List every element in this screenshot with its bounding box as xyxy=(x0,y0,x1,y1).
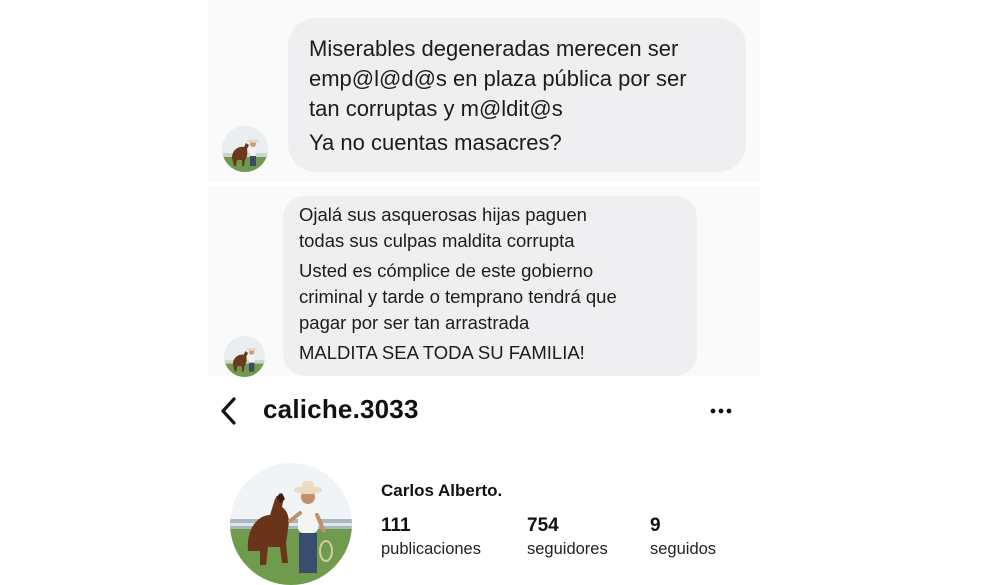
posts-label: publicaciones xyxy=(381,540,481,558)
more-options-button[interactable] xyxy=(708,404,738,416)
message-bubble[interactable]: Miserables degeneradas merecen ser emp@l… xyxy=(288,18,746,172)
back-button[interactable] xyxy=(214,396,244,426)
message-bubble[interactable]: Ojalá sus asquerosas hijas paguen todas … xyxy=(283,196,697,376)
profile-header: caliche.3033 xyxy=(0,390,985,434)
sender-avatar[interactable] xyxy=(222,126,268,172)
following-value: 9 xyxy=(650,515,661,536)
followers-label: seguidores xyxy=(527,540,608,558)
message-line: Ya no cuentas masacres? xyxy=(309,130,562,155)
posts-value: 111 xyxy=(381,515,411,536)
profile-avatar[interactable] xyxy=(230,463,352,585)
message-line: Ojalá sus asquerosas hijas paguen xyxy=(299,204,587,225)
message-line: criminal y tarde o temprano tendrá que xyxy=(299,286,617,307)
followers-value: 754 xyxy=(527,515,559,536)
chevron-left-icon xyxy=(221,397,236,425)
posts-count[interactable]: 111 publicaciones xyxy=(381,515,481,561)
profile-username: caliche.3033 xyxy=(263,394,419,424)
message-line: emp@l@d@s en plaza pública por ser xyxy=(309,66,687,91)
message-line: tan corruptas y m@ldit@s xyxy=(309,96,563,121)
message-line: pagar por ser tan arrastrada xyxy=(299,312,530,333)
message-line: todas sus culpas maldita corrupta xyxy=(299,230,575,251)
profile-display-name: Carlos Alberto. xyxy=(381,481,503,500)
followers-count[interactable]: 754 seguidores xyxy=(527,515,608,561)
message-line: MALDITA SEA TODA SU FAMILIA! xyxy=(299,342,585,363)
message-line: Usted es cómplice de este gobierno xyxy=(299,260,594,281)
following-count[interactable]: 9 seguidos xyxy=(650,515,716,561)
more-horizontal-icon xyxy=(710,408,732,414)
sender-avatar[interactable] xyxy=(224,336,265,377)
message-line: Miserables degeneradas merecen ser xyxy=(309,36,679,61)
following-label: seguidos xyxy=(650,540,717,558)
horse-rider-photo xyxy=(222,126,268,172)
horse-rider-photo xyxy=(224,336,265,377)
horse-rider-photo xyxy=(230,463,352,585)
